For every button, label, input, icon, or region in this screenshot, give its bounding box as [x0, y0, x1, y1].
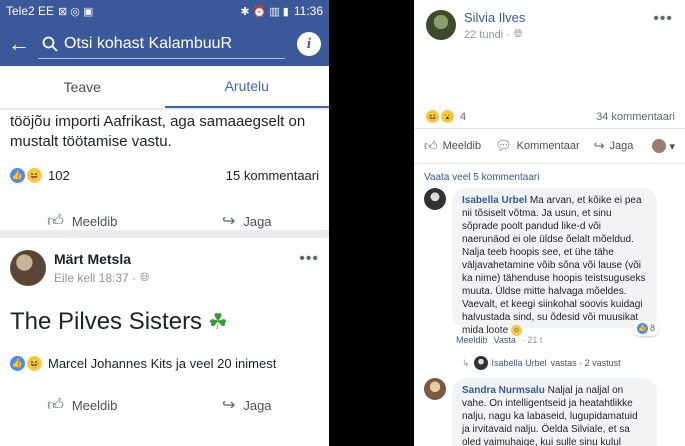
- chevron-down-icon: ▾: [669, 140, 675, 153]
- comment: Sandra Nurmsalu Naljal ja naljal on vahe…: [424, 378, 675, 446]
- comment-author[interactable]: Isabella Urbel: [462, 195, 527, 206]
- post-actions: 👍︎ Meeldib ↪ Jaga: [0, 385, 329, 425]
- search-input[interactable]: [64, 34, 274, 53]
- comment-count[interactable]: 34 kommentaari: [596, 111, 675, 123]
- replies-link[interactable]: ↳ Isabella Urbel vastas · 2 vastust: [462, 356, 621, 370]
- like-reaction-icon: 👍: [10, 356, 25, 371]
- comment-author[interactable]: Sandra Nurmsalu: [462, 385, 545, 396]
- view-more-comments-link[interactable]: Vaata veel 5 kommentaari: [424, 172, 539, 183]
- like-button[interactable]: 👍︎ Meeldib: [0, 396, 165, 415]
- reaction-summary[interactable]: 👍 😆 Marcel Johannes Kits ja veel 20 inime…: [0, 356, 329, 371]
- like-button[interactable]: 👍︎ Meeldib: [424, 138, 481, 154]
- comment-bubble: Sandra Nurmsalu Naljal ja naljal on vahe…: [452, 378, 657, 446]
- post-text: The Pilves Sisters ☘: [0, 286, 329, 336]
- wow-reaction-icon: 😮: [441, 110, 454, 123]
- reaction-summary[interactable]: 👍 😆 102 15 kommentaari: [0, 168, 329, 183]
- post-card: Märt Metsla Eile kell 18:37 · 🌐︎ ••• The …: [0, 238, 329, 446]
- system-icons: ✱ ⏰ ▥ ▮: [240, 5, 289, 18]
- carrier-label: Tele2 EE: [6, 4, 55, 18]
- like-button[interactable]: 👍︎ Meeldib: [0, 212, 165, 231]
- comment-like-link[interactable]: Meeldib: [456, 335, 488, 345]
- like-label: Meeldib: [442, 140, 482, 152]
- avatar[interactable]: [426, 10, 456, 40]
- share-icon: ↪: [221, 397, 236, 414]
- share-button[interactable]: ↪ Jaga: [165, 395, 330, 415]
- post-actions: 👍︎ Meeldib 💬︎ Kommentaar ↪ Jaga ▾: [414, 128, 685, 164]
- post-author[interactable]: Märt Metsla: [54, 251, 150, 267]
- thumbs-up-icon: 👍︎: [424, 138, 438, 153]
- reaction-summary[interactable]: 😆 😮 4 34 kommentaari: [426, 110, 675, 123]
- thumbs-up-icon: 👍︎: [47, 212, 64, 230]
- like-reaction-icon: 👍: [10, 168, 25, 183]
- post-header: Silvia Ilves 22 tundi · 🌐︎ •••: [414, 0, 685, 41]
- avatar[interactable]: [424, 188, 446, 210]
- post-header: Märt Metsla Eile kell 18:37 · 🌐︎ •••: [0, 238, 329, 286]
- post-text: tööjõu importi Aafrikast, aga samaaegsel…: [10, 113, 306, 150]
- comment-label: Kommentaar: [516, 140, 580, 152]
- comment-icon: 💬︎: [495, 138, 512, 153]
- more-options-icon[interactable]: •••: [299, 250, 319, 268]
- comment-bubble: Isabella Urbel Ma arvan, et kõike ei pea…: [452, 188, 659, 336]
- more-options-icon[interactable]: •••: [653, 10, 673, 28]
- clock: 11:36: [293, 4, 323, 18]
- avatar: [652, 139, 667, 153]
- share-label: Jaga: [609, 140, 634, 152]
- share-icon: ↪: [221, 213, 236, 230]
- app-bar: ← i: [0, 22, 329, 66]
- reply-arrow-icon: ↳: [462, 357, 470, 368]
- post-actions: 👍︎ Meeldib ↪ Jaga: [0, 201, 329, 241]
- post-card: tööjõu importi Aafrikast, aga samaaegsel…: [0, 110, 329, 230]
- left-phone-screen: Tele2 EE ⊠ ◎ ▣ ✱ ⏰ ▥ ▮ 11:36 ← i Teave A…: [0, 0, 329, 446]
- reply-summary-text: vastas · 2 vastust: [550, 358, 621, 368]
- share-button[interactable]: ↪ Jaga: [594, 138, 634, 154]
- tab-bar: Teave Arutelu: [0, 66, 329, 108]
- like-reaction-icon: 👍: [636, 323, 648, 334]
- share-label: Jaga: [243, 397, 272, 413]
- comment-button[interactable]: 💬︎ Kommentaar: [495, 138, 580, 154]
- comment-count[interactable]: 15 kommentaari: [226, 168, 319, 183]
- notification-icons: ⊠ ◎ ▣: [58, 5, 94, 18]
- post-text-content: The Pilves Sisters: [10, 308, 203, 335]
- avatar[interactable]: [10, 250, 46, 286]
- reply-author: Isabella Urbel: [491, 358, 547, 368]
- post-time[interactable]: Eile kell 18:37 ·: [54, 271, 136, 285]
- comment: Isabella Urbel Ma arvan, et kõike ei pea…: [424, 188, 675, 336]
- divider: [329, 0, 414, 446]
- comment-reaction-badge[interactable]: 👍 8: [632, 321, 659, 336]
- clover-icon: ☘: [208, 309, 228, 334]
- back-arrow-icon[interactable]: ←: [8, 31, 38, 57]
- reaction-count: 4: [460, 110, 467, 123]
- share-button[interactable]: ↪ Jaga: [165, 211, 330, 231]
- comment-actions: Meeldib Vasta · 21 t: [456, 335, 542, 345]
- reaction-count: 102: [48, 168, 70, 183]
- tab-arutelu[interactable]: Arutelu: [164, 66, 329, 108]
- thumbs-up-icon: 👍︎: [47, 396, 64, 414]
- share-icon: ↪: [593, 138, 605, 153]
- avatar: [473, 356, 488, 370]
- haha-reaction-icon: 😆: [27, 168, 42, 183]
- globe-icon: 🌐︎: [140, 270, 150, 284]
- like-label: Meeldib: [71, 397, 118, 413]
- post-author[interactable]: Silvia Ilves: [464, 10, 525, 25]
- haha-reaction-icon: 😆: [426, 110, 439, 123]
- comment-reply-link[interactable]: Vasta: [494, 335, 516, 345]
- identity-selector[interactable]: ▾: [652, 139, 675, 153]
- post-time[interactable]: 22 tundi ·: [464, 29, 510, 41]
- right-phone-screen: Silvia Ilves 22 tundi · 🌐︎ ••• 😆 😮 4 34 ko…: [414, 0, 685, 446]
- globe-icon: 🌐︎: [513, 28, 523, 40]
- share-label: Jaga: [243, 213, 272, 229]
- like-label: Meeldib: [71, 213, 118, 229]
- reaction-text: Marcel Johannes Kits ja veel 20 inimest: [48, 356, 277, 371]
- status-bar: Tele2 EE ⊠ ◎ ▣ ✱ ⏰ ▥ ▮ 11:36: [0, 0, 329, 22]
- search-icon: [42, 36, 58, 52]
- tab-teave[interactable]: Teave: [0, 66, 165, 108]
- search-box[interactable]: [38, 29, 285, 59]
- haha-reaction-icon: 😆: [27, 356, 42, 371]
- info-icon[interactable]: i: [297, 32, 321, 56]
- comment-time: · 21 t: [521, 335, 543, 345]
- avatar[interactable]: [424, 378, 446, 400]
- comment-reaction-count: 8: [649, 323, 655, 333]
- comment-text: Ma arvan, et kõike ei pea nii tõsiselt v…: [462, 195, 646, 336]
